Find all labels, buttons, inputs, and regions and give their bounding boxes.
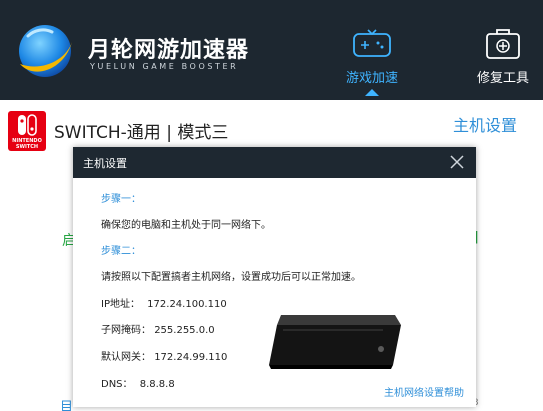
gamepad-icon <box>353 29 391 57</box>
game-console-image <box>269 315 401 369</box>
console-mode-title: SWITCH-通用 | 模式三 <box>54 123 229 143</box>
gateway-row: 默认网关： 172.24.99.110 <box>101 348 227 363</box>
ip-row: IP地址： 172.24.100.110 <box>101 295 227 310</box>
toolbox-icon <box>486 29 520 59</box>
globe-logo-icon <box>19 25 72 77</box>
host-settings-dialog: 主机设置 步骤一： 确保您的电脑和主机处于同一网络下。 步骤二： 请按照以下配置… <box>73 147 476 407</box>
network-help-link[interactable]: 主机网络设置帮助 <box>384 384 464 399</box>
subnet-label: 子网掩码： <box>101 325 151 336</box>
gateway-label: 默认网关： <box>101 352 151 363</box>
step2-label: 步骤二： <box>101 246 141 257</box>
dialog-title: 主机设置 <box>83 157 127 170</box>
subnet-row: 子网掩码： 255.255.0.0 <box>101 321 215 336</box>
active-indicator <box>365 89 379 96</box>
nav-repair-tools[interactable]: 修复工具 <box>468 26 538 96</box>
host-settings-link[interactable]: 主机设置 <box>453 112 517 136</box>
dns-value: 8.8.8.8 <box>139 379 175 390</box>
app-header: 月轮网游加速器 YUELUN GAME BOOSTER 游戏加速 修复工具 <box>0 0 543 100</box>
ip-label: IP地址： <box>101 299 140 310</box>
brand-tagline: YUELUN GAME BOOSTER <box>90 62 239 71</box>
switch-joycon-icon <box>18 114 37 136</box>
dialog-header: 主机设置 <box>73 147 476 178</box>
dns-label: DNS： <box>101 379 133 390</box>
gateway-value: 172.24.99.110 <box>154 352 228 363</box>
ip-value: 172.24.100.110 <box>147 299 227 310</box>
step2-text: 请按照以下配置搞者主机网络，设置成功后可以正常加速。 <box>101 272 361 283</box>
brand-name: 月轮网游加速器 <box>88 38 250 63</box>
close-icon[interactable] <box>448 153 466 171</box>
step1-text: 确保您的电脑和主机处于同一网络下。 <box>101 220 271 231</box>
nintendo-switch-logo: NINTENDO SWITCH <box>8 111 46 151</box>
nav-label: 游戏加速 <box>345 71 398 86</box>
subnet-value: 255.255.0.0 <box>154 325 215 336</box>
nav-game-accelerate[interactable]: 游戏加速 <box>337 26 407 96</box>
step1-label: 步骤一： <box>101 194 141 205</box>
dns-row: DNS： 8.8.8.8 <box>101 375 175 390</box>
background-text: 目 <box>60 400 74 411</box>
nav-label: 修复工具 <box>476 71 529 86</box>
switch-logo-text: NINTENDO SWITCH <box>12 138 42 150</box>
